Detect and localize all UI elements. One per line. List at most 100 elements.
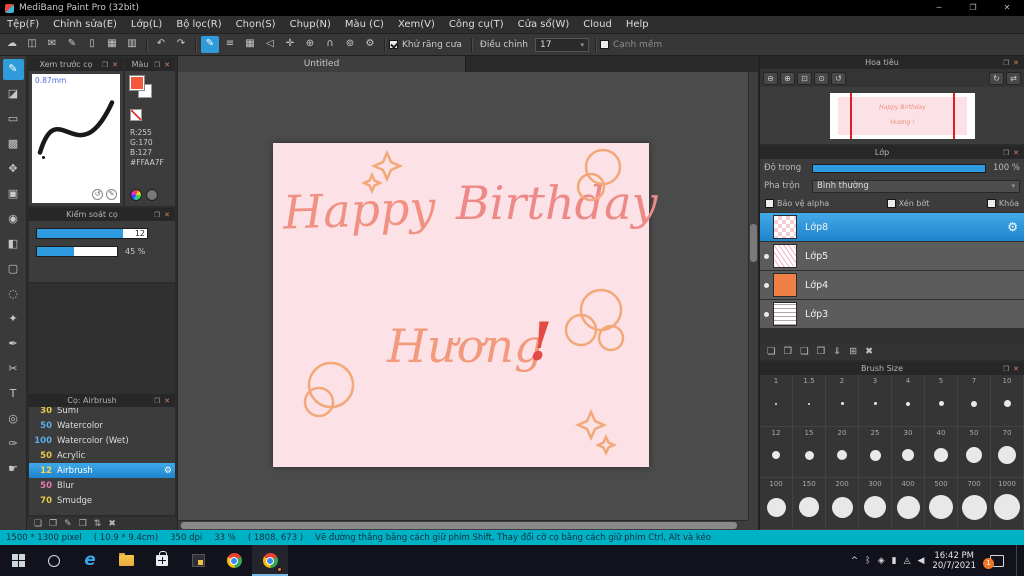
menu-select[interactable]: Chọn(S): [229, 16, 283, 34]
redo-icon[interactable]: ↷: [172, 36, 190, 53]
cloud-icon[interactable]: ☁: [3, 36, 21, 53]
select-pen-tool[interactable]: ✒: [3, 334, 24, 355]
canvas-viewport[interactable]: Happy Birthday Hương !: [178, 72, 758, 530]
navigator-preview[interactable]: Happy Birthday Hương !: [830, 93, 975, 139]
brush-size-cell[interactable]: 1000: [991, 478, 1024, 530]
brush-item[interactable]: 50Watercolor: [29, 418, 175, 433]
brush-size-cell[interactable]: 500: [925, 478, 958, 530]
layer-row[interactable]: Lớp8⚙: [760, 213, 1024, 241]
start-button[interactable]: [0, 545, 36, 576]
grid-icon[interactable]: ▦: [103, 36, 121, 53]
menu-color[interactable]: Màu (C): [338, 16, 391, 34]
brush-size-cell[interactable]: 50: [958, 427, 991, 479]
brush-item[interactable]: 50Acrylic: [29, 448, 175, 463]
menu-view[interactable]: Xem(V): [391, 16, 442, 34]
panel-popout-icon[interactable]: ❐: [152, 397, 162, 405]
panel-popout-icon[interactable]: ❐: [1001, 365, 1011, 373]
brush-item[interactable]: 30Sumi: [29, 407, 175, 418]
layer-visibility-dot[interactable]: [764, 312, 769, 317]
menu-filter[interactable]: Bộ lọc(R): [169, 16, 228, 34]
taskbar-edge[interactable]: [72, 545, 108, 576]
brush-opacity-slider[interactable]: [36, 246, 118, 257]
shape-tool[interactable]: ▣: [3, 184, 24, 205]
add-brush-icon[interactable]: ❏: [34, 519, 42, 529]
divide-tool[interactable]: ✂: [3, 359, 24, 380]
taskbar-pinned-app[interactable]: [180, 545, 216, 576]
bucket-tool[interactable]: ◉: [3, 209, 24, 230]
concentric-ruler-icon[interactable]: ⊕: [301, 36, 319, 53]
horizontal-scrollbar-thumb[interactable]: [181, 522, 737, 529]
search-button[interactable]: [36, 545, 72, 576]
delete-brush-icon[interactable]: ✖: [108, 519, 116, 529]
protect-alpha-checkbox[interactable]: [765, 199, 774, 208]
panel-close-icon[interactable]: ✕: [1011, 365, 1021, 373]
panel-popout-icon[interactable]: ❐: [152, 61, 162, 69]
brush-item[interactable]: 50Blur: [29, 478, 175, 493]
battery-icon[interactable]: ▮: [892, 556, 897, 566]
delete-layer-icon[interactable]: ✖: [865, 346, 873, 357]
menu-window[interactable]: Cửa sổ(W): [511, 16, 577, 34]
eyedropper-tool[interactable]: ◎: [3, 409, 24, 430]
transfer-layer-icon[interactable]: ❑: [800, 346, 809, 357]
undo-icon[interactable]: ↶: [152, 36, 170, 53]
layer-row[interactable]: Lớp4: [760, 271, 1024, 299]
zoom-out-icon[interactable]: ⊖: [763, 72, 778, 85]
lock-checkbox[interactable]: [987, 199, 996, 208]
soft-edge-checkbox[interactable]: [600, 40, 609, 49]
panel-close-icon[interactable]: ✕: [162, 397, 172, 405]
network-icon[interactable]: ◬: [904, 556, 911, 566]
combine-layers-icon[interactable]: ⊞: [849, 346, 857, 357]
brush-folder-icon[interactable]: ❒: [79, 519, 87, 529]
brush-size-cell[interactable]: 20: [826, 427, 859, 479]
brush-tool[interactable]: ✎: [3, 59, 24, 80]
fit-window-icon[interactable]: ⊡: [797, 72, 812, 85]
color-wheel-icon[interactable]: [130, 189, 142, 201]
opacity-slider[interactable]: [812, 164, 986, 173]
pen-tool[interactable]: ✑: [3, 434, 24, 455]
brush-size-cell[interactable]: 7: [958, 375, 991, 427]
minimize-button[interactable]: ─: [922, 0, 956, 16]
adjust-dropdown[interactable]: 17 ▾: [535, 38, 589, 52]
preview-refresh-icon[interactable]: ↺: [92, 189, 103, 200]
rotate-view-icon[interactable]: ↻: [989, 72, 1004, 85]
action-center-icon[interactable]: 1: [990, 555, 1004, 567]
maximize-button[interactable]: ❐: [956, 0, 990, 16]
curve-ruler-icon[interactable]: ∩: [321, 36, 339, 53]
brush-size-slider[interactable]: 12: [36, 228, 148, 239]
brush-item[interactable]: 70Smudge: [29, 493, 175, 508]
menu-capture[interactable]: Chụp(N): [283, 16, 338, 34]
text-tool[interactable]: T: [3, 384, 24, 405]
pattern-tool[interactable]: ▩: [3, 134, 24, 155]
brush-size-cell[interactable]: 700: [958, 478, 991, 530]
new-layer-icon[interactable]: ❏: [767, 346, 776, 357]
preview-settings-icon[interactable]: ✎: [106, 189, 117, 200]
brush-size-cell[interactable]: 30: [892, 427, 925, 479]
layer-row[interactable]: Lớp3: [760, 300, 1024, 328]
vertical-scrollbar-thumb[interactable]: [750, 224, 757, 262]
document-tab[interactable]: Untitled: [178, 56, 466, 72]
reset-view-icon[interactable]: ↺: [831, 72, 846, 85]
gradient-tool[interactable]: ◧: [3, 234, 24, 255]
layer-folder-icon[interactable]: ❒: [817, 346, 826, 357]
brush-size-cell[interactable]: 4: [892, 375, 925, 427]
vertical-scrollbar[interactable]: [748, 72, 758, 520]
brush-size-cell[interactable]: 5: [925, 375, 958, 427]
tray-expand-icon[interactable]: ^: [851, 556, 859, 566]
menu-file[interactable]: Tệp(F): [0, 16, 46, 34]
flip-view-icon[interactable]: ⇄: [1006, 72, 1021, 85]
brush-size-cell[interactable]: 400: [892, 478, 925, 530]
brush-size-cell[interactable]: 1: [760, 375, 793, 427]
save-icon[interactable]: ◫: [23, 36, 41, 53]
brush-size-cell[interactable]: 15: [793, 427, 826, 479]
brush-size-cell[interactable]: 12: [760, 427, 793, 479]
layer-visibility-dot[interactable]: [764, 254, 769, 259]
brush-size-cell[interactable]: 3: [859, 375, 892, 427]
canvas[interactable]: Happy Birthday Hương !: [273, 143, 649, 467]
brush-size-cell[interactable]: 150: [793, 478, 826, 530]
page-icon[interactable]: ▯: [83, 36, 101, 53]
perspective-ruler-icon[interactable]: ◁: [261, 36, 279, 53]
blend-mode-dropdown[interactable]: Bình thường ▾: [812, 180, 1020, 193]
show-desktop-button[interactable]: [1016, 545, 1020, 576]
panel-close-icon[interactable]: ✕: [162, 211, 172, 219]
brush-size-cell[interactable]: 2: [826, 375, 859, 427]
